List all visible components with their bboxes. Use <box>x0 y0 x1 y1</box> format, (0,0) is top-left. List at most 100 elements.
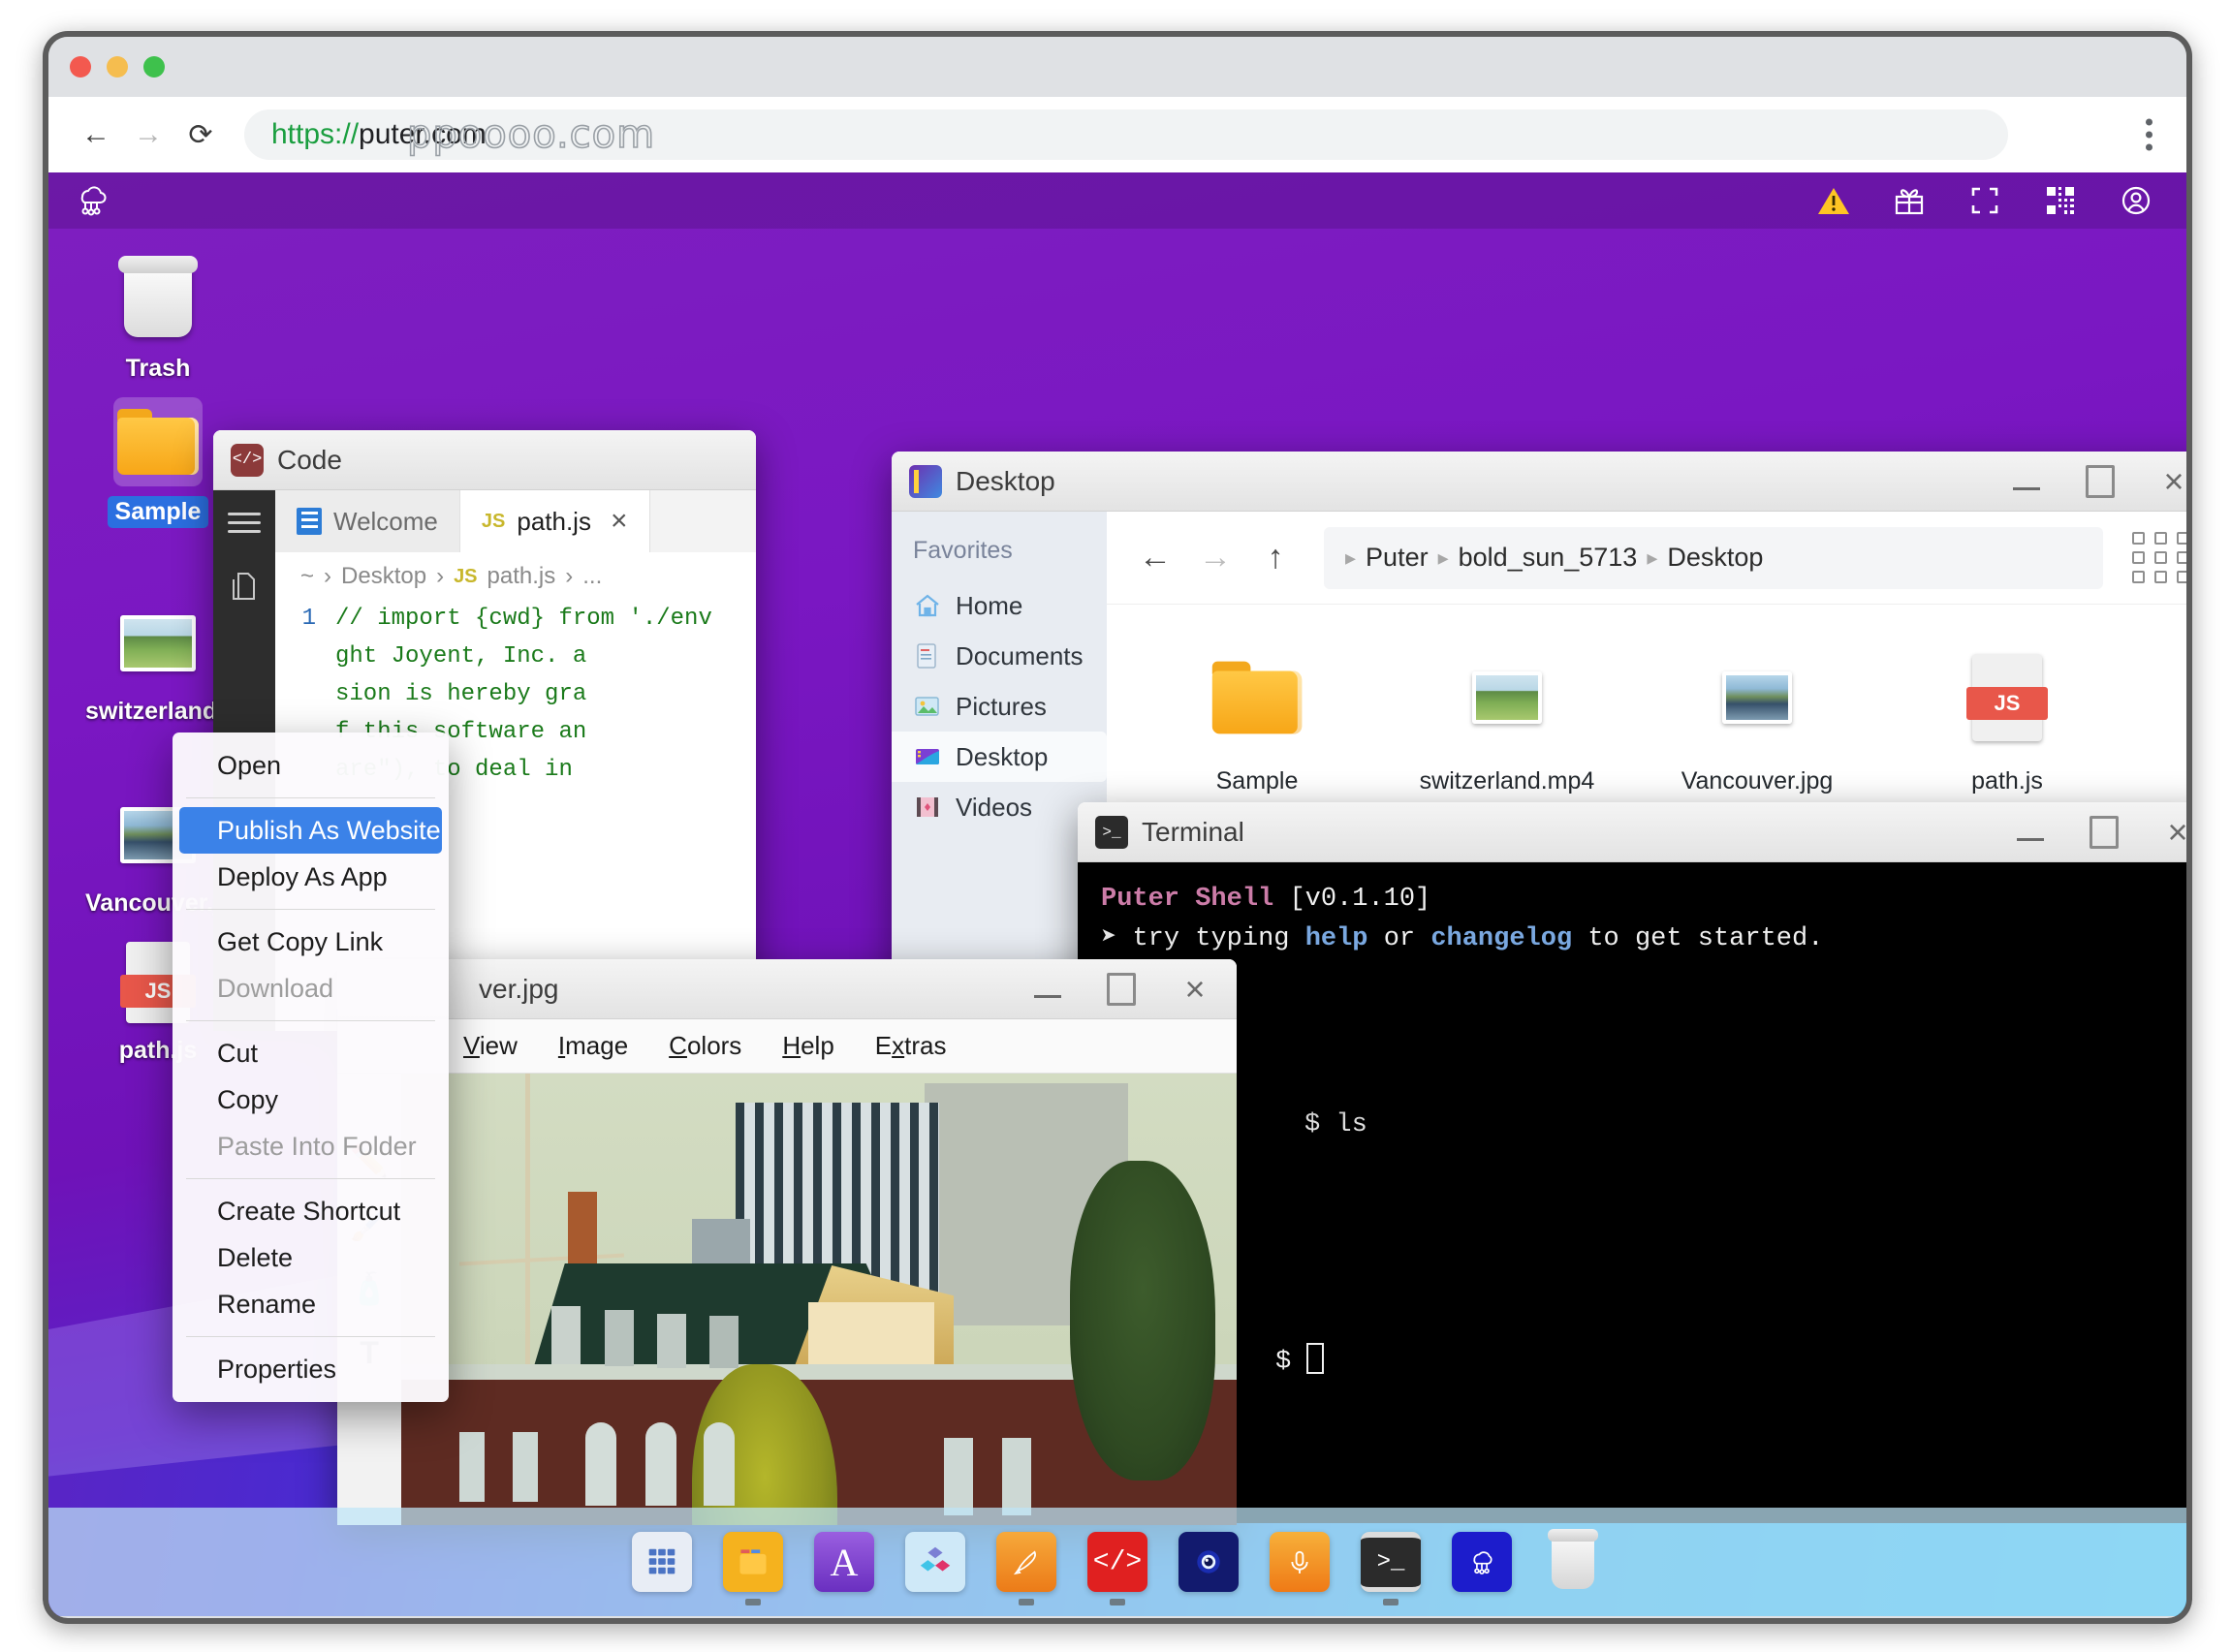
breadcrumb-item[interactable]: Desktop <box>341 563 426 590</box>
breadcrumb-item[interactable]: ~ <box>300 563 314 590</box>
user-account-icon[interactable] <box>2119 183 2153 218</box>
dock-item-paint[interactable] <box>996 1532 1056 1605</box>
sidebar-item-documents[interactable]: Documents <box>892 631 1107 681</box>
forward-arrow-icon[interactable]: → <box>126 112 171 157</box>
paintbrush-icon <box>996 1532 1056 1592</box>
back-arrow-icon[interactable]: ← <box>1130 533 1180 583</box>
maximize-icon[interactable] <box>1107 975 1136 1004</box>
dock-item-file-explorer[interactable] <box>723 1532 783 1605</box>
dock-item-puter[interactable] <box>1452 1532 1512 1592</box>
paint-window-title: ver.jpg <box>479 973 559 1004</box>
terminal-icon: >_ <box>1361 1532 1421 1592</box>
context-menu-item-paste-into-folder: Paste Into Folder <box>217 1131 417 1161</box>
window-controls: × <box>2012 463 2186 498</box>
context-menu-item-open[interactable]: Open <box>173 742 449 789</box>
context-menu-item-get-copy-link[interactable]: Get Copy Link <box>173 919 449 965</box>
breadcrumb-item[interactable]: path.js <box>487 563 556 590</box>
close-icon[interactable]: × <box>2163 814 2186 849</box>
close-icon[interactable]: × <box>1180 971 1210 1006</box>
desktop-icon-switzerland[interactable]: switzerland.mp4 <box>85 599 231 726</box>
up-arrow-icon[interactable]: ↑ <box>1250 533 1301 583</box>
breadcrumb-item-desktop[interactable]: Desktop <box>1667 543 1763 573</box>
breadcrumb[interactable]: ▸ Puter ▸ bold_sun_5713 ▸ Desktop <box>1324 526 2103 589</box>
context-menu-item-rename[interactable]: Rename <box>173 1281 449 1327</box>
file-item-vancouver[interactable]: Vancouver.jpg <box>1665 647 1849 795</box>
address-bar[interactable]: https://puter.com <box>244 109 2008 160</box>
paint-titlebar[interactable]: ver.jpg × <box>337 959 1237 1019</box>
sidebar-item-home[interactable]: Home <box>892 580 1107 631</box>
tab-welcome[interactable]: Welcome <box>275 490 460 552</box>
context-menu-item-delete[interactable]: Delete <box>173 1234 449 1281</box>
paint-area: ✏️ 🖌️ 🧴 T <box>337 1074 1237 1525</box>
terminal-titlebar[interactable]: >_ Terminal × <box>1078 802 2186 862</box>
context-menu-item-properties[interactable]: Properties <box>173 1346 449 1392</box>
close-icon[interactable]: × <box>611 505 628 538</box>
window-minimize-traffic-light[interactable] <box>107 56 128 78</box>
menu-view[interactable]: View <box>463 1031 518 1061</box>
explorer-window-title: Desktop <box>956 465 1055 496</box>
gift-icon[interactable] <box>1892 183 1927 218</box>
sidebar-item-desktop[interactable]: Desktop <box>892 732 1107 782</box>
dock-item-app-launcher[interactable] <box>632 1532 692 1592</box>
js-icon: JS <box>481 510 506 532</box>
minimize-icon[interactable] <box>2012 467 2041 496</box>
minimize-icon[interactable] <box>2016 818 2045 847</box>
window-close-traffic-light[interactable] <box>70 56 91 78</box>
sidebar-item-pictures[interactable]: Pictures <box>892 681 1107 732</box>
dock-item-viewer[interactable] <box>1178 1532 1239 1592</box>
menu-separator <box>186 1178 435 1179</box>
dock-item-trash[interactable] <box>1543 1529 1603 1592</box>
breadcrumb-item-puter[interactable]: Puter <box>1366 543 1429 573</box>
qr-code-icon[interactable] <box>2043 183 2078 218</box>
menu-colors[interactable]: Colors <box>669 1031 741 1061</box>
chevron-right-icon: ▸ <box>1345 545 1357 570</box>
kebab-menu-icon[interactable] <box>2146 118 2153 151</box>
code-window-titlebar[interactable]: </> Code <box>213 430 756 490</box>
sidebar-item-label: Pictures <box>956 691 1047 721</box>
desktop-icon-sample[interactable]: Sample <box>85 397 231 528</box>
context-menu-item-publish-as-website[interactable]: Publish As Website <box>179 807 442 854</box>
file-item-switzerland[interactable]: switzerland.mp4 <box>1415 647 1599 795</box>
menu-image[interactable]: Image <box>558 1031 628 1061</box>
terminal-output-continued[interactable]: $ ls $ <box>1078 1093 2186 1523</box>
breadcrumb-item-user[interactable]: bold_sun_5713 <box>1459 543 1638 573</box>
back-arrow-icon[interactable]: ← <box>74 112 118 157</box>
reload-icon[interactable]: ⟳ <box>178 112 223 157</box>
context-menu-item-create-shortcut[interactable]: Create Shortcut <box>173 1188 449 1234</box>
running-indicator <box>1019 1599 1034 1605</box>
minimize-icon[interactable] <box>1033 975 1062 1004</box>
desktop-icon-trash[interactable]: Trash <box>85 256 231 383</box>
image-canvas[interactable] <box>401 1074 1237 1525</box>
dock-item-recorder[interactable] <box>1270 1532 1330 1592</box>
context-menu-item-copy[interactable]: Copy <box>173 1076 449 1123</box>
forward-arrow-icon[interactable]: → <box>1190 533 1241 583</box>
sidebar-item-videos[interactable]: Videos <box>892 782 1107 832</box>
context-menu-item-deploy-as-app[interactable]: Deploy As App <box>173 854 449 900</box>
tab-pathjs[interactable]: JS path.js × <box>459 490 650 552</box>
maximize-icon[interactable] <box>2086 467 2115 496</box>
dock-item-terminal[interactable]: >_ <box>1361 1532 1421 1605</box>
fullscreen-icon[interactable] <box>1967 183 2002 218</box>
breadcrumb-item[interactable]: ... <box>582 563 602 590</box>
window-maximize-traffic-light[interactable] <box>143 56 165 78</box>
hint-help-cmd: help <box>1304 923 1368 953</box>
maximize-icon[interactable] <box>2090 818 2119 847</box>
files-icon[interactable] <box>230 570 259 608</box>
dock-item-blocks[interactable] <box>905 1532 965 1592</box>
warning-icon[interactable] <box>1816 183 1851 218</box>
menu-extras[interactable]: Extras <box>875 1031 947 1061</box>
menu-help[interactable]: Help <box>782 1031 833 1061</box>
context-menu-item-cut[interactable]: Cut <box>173 1030 449 1076</box>
puter-cloud-logo[interactable] <box>72 182 110 219</box>
file-item-pathjs[interactable]: JS path.js <box>1915 647 2099 795</box>
dock-item-code[interactable]: </> <box>1087 1532 1147 1605</box>
terminal-screen[interactable]: Puter Shell [v0.1.10] ➤ try typing help … <box>1078 862 2186 1093</box>
dock-item-text-editor[interactable]: A <box>814 1532 874 1592</box>
photo-window-c <box>585 1422 616 1506</box>
file-item-sample[interactable]: Sample <box>1165 647 1349 795</box>
tab-label: Welcome <box>333 506 438 536</box>
close-icon[interactable]: × <box>2159 463 2186 498</box>
explorer-titlebar[interactable]: Desktop × <box>892 452 2186 512</box>
grid-view-icon[interactable] <box>2132 532 2186 583</box>
hamburger-menu-icon[interactable] <box>228 508 261 537</box>
